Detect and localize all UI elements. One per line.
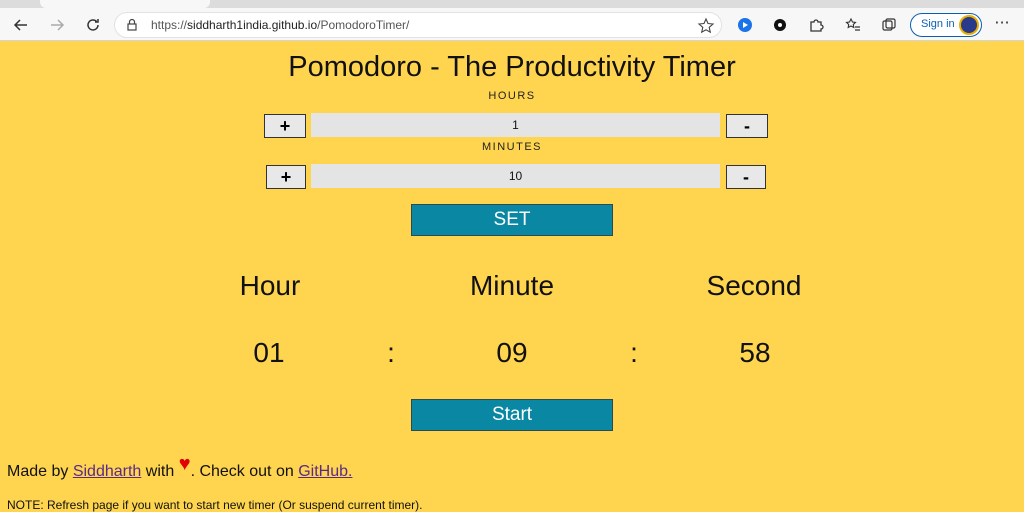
address-bar[interactable]: https://siddharth1india.github.io/Pomodo…: [114, 12, 722, 38]
url-text[interactable]: https://siddharth1india.github.io/Pomodo…: [151, 18, 409, 32]
extension-record-icon[interactable]: [770, 15, 790, 35]
set-button[interactable]: SET: [411, 204, 613, 236]
hours-plus-button[interactable]: +: [264, 114, 306, 138]
collections-icon[interactable]: [879, 15, 899, 35]
minutes-caption: MINUTES: [482, 141, 542, 153]
minutes-plus-button[interactable]: +: [266, 165, 306, 189]
with-text: with: [145, 463, 175, 480]
extension-play-icon[interactable]: [735, 15, 755, 35]
hours-caption: HOURS: [488, 90, 536, 102]
footer-credits: Made by Siddharth with ♥. Check out on G…: [7, 453, 352, 482]
minute-heading: Minute: [469, 270, 555, 301]
check-out-text: . Check out on: [190, 463, 294, 480]
forward-icon[interactable]: [44, 12, 70, 38]
page-title: Pomodoro - The Productivity Timer: [288, 51, 736, 83]
start-button[interactable]: Start: [411, 399, 613, 431]
extensions-puzzle-icon[interactable]: [806, 15, 826, 35]
made-by-text: Made by: [7, 463, 69, 480]
second-heading: Second: [706, 270, 802, 301]
profile-avatar: [959, 15, 979, 35]
heart-icon: ♥: [178, 453, 191, 475]
lock-icon[interactable]: [125, 18, 139, 32]
hour-heading: Hour: [239, 270, 301, 301]
hours-input[interactable]: 1: [311, 113, 720, 137]
hour-display: 01: [253, 337, 285, 368]
tab-strip: [0, 0, 1024, 8]
browser-toolbar: https://siddharth1india.github.io/Pomodo…: [0, 8, 1024, 41]
hours-minus-button[interactable]: -: [726, 114, 768, 138]
minute-display: 09: [496, 337, 528, 368]
refresh-icon[interactable]: [80, 12, 106, 38]
active-tab[interactable]: [40, 0, 210, 8]
minutes-minus-button[interactable]: -: [726, 165, 766, 189]
colon-separator: :: [630, 337, 638, 368]
favorites-list-icon[interactable]: [843, 15, 863, 35]
minutes-input[interactable]: 10: [311, 164, 720, 188]
favorite-star-icon[interactable]: [697, 17, 715, 35]
author-link[interactable]: Siddharth: [73, 463, 142, 480]
note-text: NOTE: Refresh page if you want to start …: [7, 498, 423, 512]
sign-in-button[interactable]: Sign in: [910, 13, 982, 37]
second-display: 58: [739, 337, 771, 368]
sign-in-label: Sign in: [921, 18, 955, 30]
github-link[interactable]: GitHub.: [298, 463, 352, 480]
back-icon[interactable]: [8, 12, 34, 38]
more-menu-icon[interactable]: ···: [990, 15, 1014, 35]
colon-separator: :: [387, 337, 395, 368]
